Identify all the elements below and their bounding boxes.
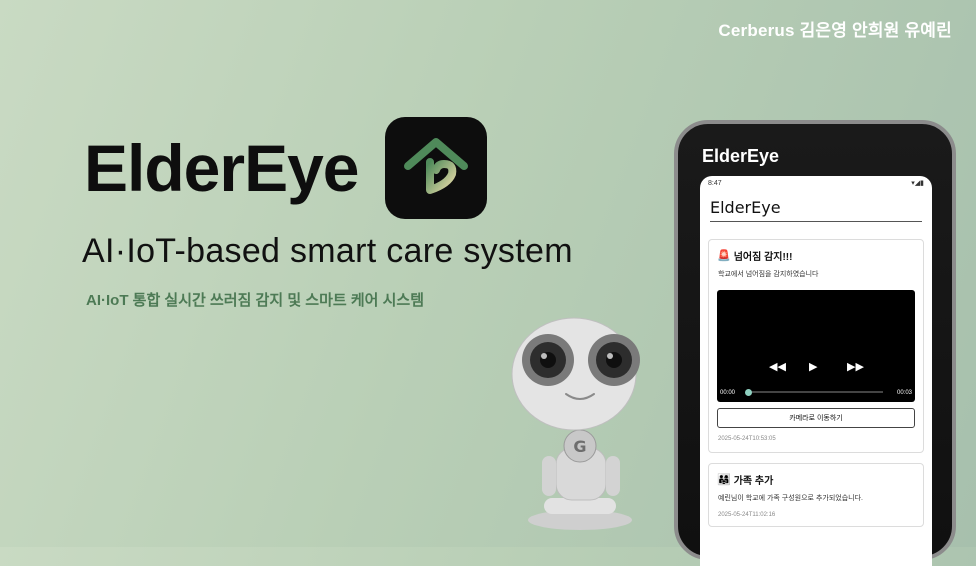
play-icon[interactable]: ▶: [809, 360, 817, 373]
go-to-camera-button[interactable]: 카메라로 이동하기: [717, 408, 915, 428]
alarm-icon: 🚨: [717, 250, 731, 262]
card-timestamp: 2025-05-24T11:02:16: [718, 512, 776, 518]
card-title: 가족 추가: [733, 476, 774, 487]
brand-title: ElderEye: [84, 131, 359, 205]
card-header: 🚨 넘어짐 감지!!!: [717, 248, 923, 263]
notification-card-fall[interactable]: 🚨 넘어짐 감지!!! 학교에서 넘어짐을 감지하였습니다 ◀◀ ▶ ▶▶ 00…: [708, 239, 924, 453]
rewind-icon[interactable]: ◀◀: [769, 360, 786, 373]
video-total-time: 00:03: [896, 390, 912, 396]
status-bar: 8:47 ▾◢▮: [700, 176, 932, 190]
hero-subtitle: AI·IoT-based smart care system: [82, 232, 573, 270]
notification-card-family[interactable]: 👨‍👩‍👧 가족 추가 예린님이 학교에 가족 구성원으로 추가되었습니다. 2…: [708, 463, 924, 527]
card-message: 예린님이 학교에 가족 구성원으로 추가되었습니다.: [718, 495, 863, 502]
elder-eye-logo-icon: [384, 117, 487, 219]
card-title: 넘어짐 감지!!!: [733, 252, 793, 263]
robot-mascot-icon: G: [500, 308, 660, 538]
fast-forward-icon[interactable]: ▶▶: [847, 360, 864, 373]
status-time: 8:47: [708, 179, 722, 187]
phone-mockup: ElderEye 8:47 ▾◢▮ ElderEye 🚨 넘어짐 감지!!! 학…: [674, 120, 956, 566]
brand-row: ElderEye: [84, 116, 487, 220]
signal-battery-icon: ▾◢▮: [911, 180, 924, 187]
card-message: 학교에서 넘어짐을 감지하였습니다: [718, 271, 819, 278]
video-player[interactable]: ◀◀ ▶ ▶▶ 00:00 00:03: [717, 290, 915, 402]
card-header: 👨‍👩‍👧 가족 추가: [717, 472, 923, 487]
svg-text:G: G: [573, 437, 586, 456]
video-current-time: 00:00: [720, 390, 736, 396]
video-progress-handle[interactable]: [745, 389, 752, 396]
phone-screen: 8:47 ▾◢▮ ElderEye 🚨 넘어짐 감지!!! 학교에서 넘어짐을 …: [700, 176, 932, 566]
korean-subtitle: AI·IoT 통합 실시간 쓰러짐 감지 및 스마트 케어 시스템: [86, 292, 425, 309]
video-progress-track[interactable]: [747, 391, 883, 393]
team-credit: Cerberus 김은영 안희원 유예린: [718, 21, 952, 40]
family-icon: 👨‍👩‍👧: [717, 474, 731, 486]
card-timestamp: 2025-05-24T10:53:05: [718, 436, 776, 442]
app-title: ElderEye: [710, 198, 922, 222]
phone-brand-label: ElderEye: [702, 146, 780, 166]
